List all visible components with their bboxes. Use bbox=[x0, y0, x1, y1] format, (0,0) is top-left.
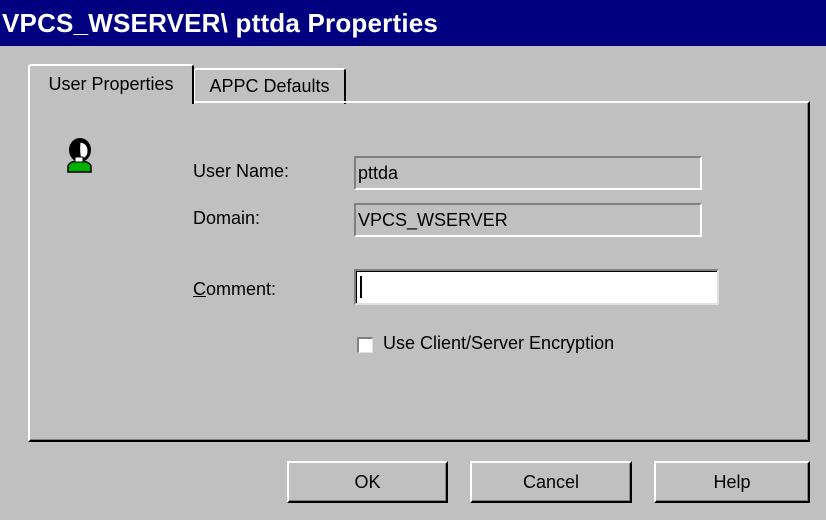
user-icon bbox=[67, 138, 92, 173]
encryption-checkbox-label[interactable]: Use Client/Server Encryption bbox=[383, 333, 614, 354]
comment-label: Comment: bbox=[193, 279, 276, 300]
comment-label-mnemonic: C bbox=[193, 279, 206, 299]
cancel-button[interactable]: Cancel bbox=[470, 461, 632, 503]
tab-appc-defaults[interactable]: APPC Defaults bbox=[194, 68, 346, 104]
user-name-field[interactable]: pttda bbox=[354, 156, 702, 190]
domain-label: Domain: bbox=[193, 208, 261, 228]
title-bar[interactable]: VPCS_WSERVER\ pttda Properties bbox=[0, 0, 826, 46]
ok-button[interactable]: OK bbox=[287, 461, 448, 503]
comment-label-text: omment: bbox=[206, 279, 277, 299]
help-button[interactable]: Help bbox=[654, 461, 810, 503]
domain-field[interactable]: VPCS_WSERVER bbox=[354, 203, 702, 237]
text-caret bbox=[360, 276, 362, 298]
tab-user-properties[interactable]: User Properties bbox=[28, 64, 194, 104]
comment-input[interactable] bbox=[354, 269, 719, 305]
properties-dialog: VPCS_WSERVER\ pttda Properties User Prop… bbox=[0, 0, 826, 520]
encryption-checkbox[interactable] bbox=[357, 337, 373, 353]
user-name-label: User Name: bbox=[193, 161, 290, 181]
